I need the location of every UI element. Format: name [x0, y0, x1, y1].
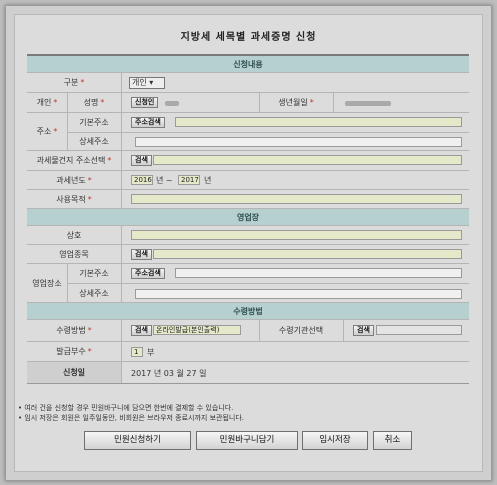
label-basic-address: 기본주소 — [79, 118, 109, 127]
notice-item: • 임시 저장은 회원은 일주일동안, 비회원은 브라우저 종료시까지 보관됩니… — [18, 414, 245, 422]
notice-item: • 여러 건을 신청할 경우 민원바구니에 담으면 한번에 결제할 수 있습니다… — [18, 404, 234, 412]
divider — [333, 93, 334, 112]
apply-date-value: 2017 년 03 월 27 일 — [131, 369, 207, 378]
label-business-detail-address: 상세주소 — [79, 288, 109, 298]
address-search-button[interactable]: 주소검색 — [131, 117, 165, 128]
label-business-place: 영업장소 — [32, 278, 62, 288]
row-business-type: 영업종목 검색 — [27, 245, 469, 264]
row-address: 주소 * 기본주소 상세주소 주소검색 — [27, 113, 469, 151]
label-purpose: 사용목적 * — [56, 194, 92, 204]
divider — [121, 171, 122, 189]
receive-method-search-button[interactable]: 검색 — [131, 325, 152, 336]
form-container: 신청내용 구분 * 개인 ▾ 개인 * 성명 * 신청인 생년월일 * 주소 * 기본주소… — [13, 13, 480, 469]
label-category: 구분 * — [63, 78, 85, 87]
receive-method-input[interactable]: 온라인발급(본인출력) — [153, 325, 241, 335]
row-purpose: 사용목적 * — [27, 190, 469, 209]
divider — [121, 93, 122, 112]
label-name: 성명 * — [83, 98, 105, 107]
application-table: 신청내용 구분 * 개인 ▾ 개인 * 성명 * 신청인 생년월일 * 주소 * 기본주소… — [27, 56, 469, 384]
row-category: 구분 * 개인 ▾ — [27, 73, 469, 93]
label-receive-method: 수령방법 * — [56, 326, 92, 335]
divider — [67, 132, 469, 133]
label-copies: 발급부수 * — [56, 347, 92, 356]
basic-address-input[interactable] — [175, 117, 462, 127]
tax-object-search-button[interactable]: 검색 — [131, 155, 152, 166]
label-detail-address: 상세주소 — [79, 137, 109, 146]
year-unit-text: 년 ~ — [156, 176, 173, 185]
business-detail-address-input[interactable] — [135, 289, 462, 299]
label-address: 주소 * — [36, 127, 58, 136]
business-address-search-button[interactable]: 주소검색 — [131, 268, 165, 279]
divider — [121, 190, 122, 208]
divider — [121, 226, 122, 244]
row-apply-date: 신청일 2017 년 03 월 27 일 — [27, 362, 469, 384]
detail-address-input[interactable] — [135, 137, 462, 147]
label-business-type: 영업종목 — [59, 249, 89, 259]
row-receive-method: 수령방법 * 검색 온라인발급(본인출력) 수령기관선택 검색 — [27, 320, 469, 342]
trade-name-input[interactable] — [131, 230, 462, 240]
divider — [121, 151, 122, 170]
label-tax-object-address: 과세물건지 주소선택 * — [36, 156, 112, 165]
section-header-business: 영업장 — [27, 209, 469, 226]
chevron-down-icon: ▾ — [149, 78, 154, 87]
tax-year-from-input[interactable]: 2016 — [131, 175, 153, 185]
row-copies: 발급부수 * 1 부 — [27, 342, 469, 362]
divider — [121, 320, 122, 341]
copies-input[interactable]: 1 — [131, 347, 143, 357]
label-trade-name: 상호 — [66, 230, 82, 240]
section-header-apply: 신청내용 — [27, 56, 469, 73]
masked-birth — [345, 101, 391, 106]
label-receive-agency: 수령기관선택 — [278, 326, 324, 335]
tax-object-address-input[interactable] — [153, 155, 462, 165]
receive-agency-search-button[interactable]: 검색 — [353, 325, 374, 336]
business-basic-address-input[interactable] — [175, 268, 462, 278]
label-apply-date: 신청일 — [27, 362, 121, 383]
masked-name — [165, 101, 179, 106]
label-birth: 생년월일 * — [278, 98, 314, 107]
notice-list: • 여러 건을 신청할 경우 민원바구니에 담으면 한번에 결제할 수 있습니다… — [18, 403, 244, 423]
row-trade-name: 상호 — [27, 226, 469, 245]
cancel-button[interactable]: 취소 — [373, 431, 412, 450]
tax-year-to-input[interactable]: 2017 — [178, 175, 200, 185]
label-personal: 개인 * — [36, 98, 58, 107]
row-personal: 개인 * 성명 * 신청인 생년월일 * — [27, 93, 469, 113]
category-select[interactable]: 개인 ▾ — [129, 77, 165, 89]
receive-agency-input[interactable] — [376, 325, 462, 335]
divider — [121, 245, 122, 263]
divider — [121, 73, 122, 92]
row-tax-year: 과세년도 * 2016 년 ~ 2017 년 — [27, 171, 469, 190]
temp-save-button[interactable]: 임시저장 — [302, 431, 368, 450]
label-business-basic-address: 기본주소 — [79, 269, 109, 278]
submit-button[interactable]: 민원신청하기 — [84, 431, 191, 450]
year-unit-text: 년 — [204, 176, 212, 185]
purpose-input[interactable] — [131, 194, 462, 204]
row-business-place: 영업장소 기본주소 상세주소 주소검색 — [27, 264, 469, 303]
section-header-receive: 수령방법 — [27, 303, 469, 320]
divider — [121, 362, 122, 383]
divider — [343, 320, 344, 341]
business-type-search-button[interactable]: 검색 — [131, 249, 152, 260]
copies-unit: 부 — [147, 348, 155, 357]
auth-button[interactable]: 신청인 — [131, 97, 159, 108]
basket-button[interactable]: 민원바구니담기 — [196, 431, 298, 450]
business-type-input[interactable] — [153, 249, 462, 259]
divider — [67, 283, 469, 284]
row-tax-object: 과세물건지 주소선택 * 검색 — [27, 151, 469, 171]
label-tax-year: 과세년도 * — [56, 175, 92, 185]
divider — [121, 342, 122, 361]
